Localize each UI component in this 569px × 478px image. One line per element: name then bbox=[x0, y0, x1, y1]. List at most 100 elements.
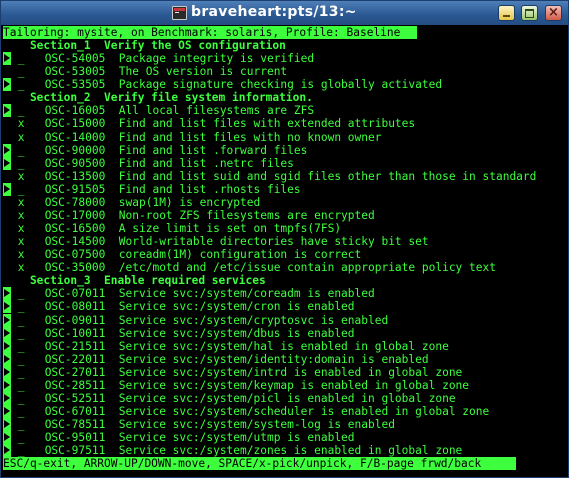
rule-description: A size limit is set on tmpfs(7FS) bbox=[105, 222, 342, 236]
pick-toggle[interactable]: x bbox=[11, 196, 25, 209]
row-marker-icon bbox=[3, 209, 11, 222]
rule-row[interactable]: _ OSC-54005 Package integrity is verifie… bbox=[3, 52, 315, 66]
rule-row[interactable]: x OSC-07500 coreadm(1M) configuration is… bbox=[3, 248, 362, 262]
pick-toggle[interactable]: _ bbox=[11, 405, 25, 418]
pick-toggle[interactable]: _ bbox=[11, 353, 25, 366]
rule-row[interactable]: x OSC-35000 /etc/motd and /etc/issue con… bbox=[3, 261, 496, 274]
rule-id: OSC-97511 bbox=[24, 444, 106, 458]
pick-toggle[interactable]: x bbox=[11, 261, 25, 274]
terminal-content[interactable]: Tailoring: mysite, on Benchmark: solaris… bbox=[1, 25, 568, 477]
row-marker-icon bbox=[3, 391, 11, 405]
rule-description: World-writable directories have sticky b… bbox=[105, 235, 429, 249]
rule-description: Find and list .forward files bbox=[105, 143, 308, 157]
pick-toggle[interactable]: _ bbox=[11, 144, 25, 157]
rule-id: OSC-15000 bbox=[24, 117, 106, 131]
pick-toggle[interactable]: _ bbox=[11, 65, 25, 78]
close-button[interactable]: × bbox=[545, 5, 562, 21]
row-marker-icon bbox=[3, 444, 11, 458]
rule-description: Find and list suid and sgid files other … bbox=[105, 169, 537, 183]
rule-id: OSC-78000 bbox=[24, 195, 106, 209]
pick-toggle[interactable]: _ bbox=[11, 287, 25, 300]
row-marker-icon bbox=[3, 170, 11, 183]
rule-row[interactable]: _ OSC-91505 Find and list .rhosts files bbox=[3, 182, 301, 196]
pick-toggle[interactable]: _ bbox=[11, 444, 25, 457]
rule-id: OSC-90500 bbox=[24, 156, 106, 170]
rule-row[interactable]: _ OSC-10011 Service svc:/system/dbus is … bbox=[3, 326, 355, 340]
row-marker-icon bbox=[3, 235, 11, 248]
rule-description: Service svc:/system/system-log is enable… bbox=[105, 418, 395, 432]
rule-row[interactable]: _ OSC-78511 Service svc:/system/system-l… bbox=[3, 418, 395, 432]
rule-row[interactable]: _ OSC-22011 Service svc:/system/identity… bbox=[3, 352, 429, 366]
pick-toggle[interactable]: _ bbox=[11, 314, 25, 327]
rule-row[interactable]: _ OSC-16005 All local filesystems are ZF… bbox=[3, 104, 314, 118]
pick-toggle[interactable]: _ bbox=[11, 366, 25, 379]
title-bar[interactable]: braveheart:pts/13:~ × bbox=[1, 1, 568, 25]
rule-row[interactable]: x OSC-15000 Find and list files with ext… bbox=[3, 117, 415, 130]
rule-row[interactable]: _ OSC-53505 Package signature checking i… bbox=[3, 78, 442, 92]
rule-row[interactable]: x OSC-78000 swap(1M) is encrypted bbox=[3, 195, 261, 209]
rule-id: OSC-53005 bbox=[24, 65, 106, 79]
pick-toggle[interactable]: _ bbox=[11, 157, 25, 170]
rule-row[interactable]: _ OSC-21511 Service svc:/system/hal is e… bbox=[3, 339, 449, 353]
pick-toggle[interactable]: x bbox=[11, 131, 25, 144]
key-help-footer: ESC/q-exit, ARROW-UP/DOWN-move, SPACE/x-… bbox=[3, 457, 516, 471]
pick-toggle[interactable]: _ bbox=[11, 78, 25, 91]
row-marker-icon bbox=[3, 326, 11, 340]
rule-id: OSC-28511 bbox=[24, 378, 106, 392]
pick-toggle[interactable]: _ bbox=[11, 327, 25, 340]
pick-toggle[interactable]: _ bbox=[11, 300, 25, 313]
rule-row[interactable]: _ OSC-90500 Find and list .netrc files bbox=[3, 156, 294, 170]
rule-description: Package integrity is verified bbox=[105, 52, 315, 66]
pick-toggle[interactable]: _ bbox=[11, 52, 25, 65]
pick-toggle[interactable]: _ bbox=[11, 379, 25, 392]
minimize-button[interactable] bbox=[498, 5, 515, 21]
pick-toggle[interactable]: _ bbox=[11, 183, 25, 196]
rule-row[interactable]: x OSC-14000 Find and list files with no … bbox=[3, 130, 382, 144]
rule-id: OSC-10011 bbox=[24, 326, 106, 340]
pick-toggle[interactable]: x bbox=[11, 222, 25, 235]
rule-row[interactable]: _ OSC-27011 Service svc:/system/intrd is… bbox=[3, 365, 462, 379]
rule-description: Service svc:/system/picl is enabled in g… bbox=[105, 391, 456, 405]
pick-toggle[interactable]: _ bbox=[11, 418, 25, 431]
rule-row[interactable]: _ OSC-95011 Service svc:/system/utmp is … bbox=[3, 431, 355, 445]
rule-row[interactable]: x OSC-17000 Non-root ZFS filesystems are… bbox=[3, 209, 375, 222]
rule-row[interactable]: _ OSC-52511 Service svc:/system/picl is … bbox=[3, 391, 456, 405]
rule-row[interactable]: _ OSC-97511 Service svc:/system/zones is… bbox=[3, 444, 462, 458]
pick-toggle[interactable]: x bbox=[11, 235, 25, 248]
rule-row[interactable]: _ OSC-53005 The OS version is current bbox=[3, 65, 287, 78]
row-marker-icon bbox=[3, 352, 11, 366]
pick-toggle[interactable]: x bbox=[11, 248, 25, 261]
pick-toggle[interactable]: _ bbox=[11, 104, 25, 117]
row-marker-icon bbox=[3, 196, 11, 209]
pick-toggle[interactable]: _ bbox=[11, 431, 25, 444]
row-marker-icon bbox=[3, 182, 11, 196]
rule-description: coreadm(1M) configuration is correct bbox=[105, 248, 362, 262]
tailoring-header: Tailoring: mysite, on Benchmark: solaris… bbox=[3, 26, 417, 39]
rule-id: OSC-21511 bbox=[24, 339, 106, 353]
section-heading: Section_2 Verify file system information… bbox=[3, 91, 313, 105]
rule-row[interactable]: x OSC-16500 A size limit is set on tmpfs… bbox=[3, 222, 341, 235]
pick-toggle[interactable]: _ bbox=[11, 392, 25, 405]
rule-row[interactable]: _ OSC-07011 Service svc:/system/coreadm … bbox=[3, 287, 375, 301]
rule-description: Find and list files with no known owner bbox=[105, 130, 382, 144]
maximize-button[interactable] bbox=[521, 5, 538, 21]
rule-row[interactable]: _ OSC-08011 Service svc:/system/cron is … bbox=[3, 300, 355, 314]
rule-row[interactable]: _ OSC-09011 Service svc:/system/cryptosv… bbox=[3, 313, 388, 327]
rule-id: OSC-07500 bbox=[24, 248, 106, 262]
row-marker-icon bbox=[3, 300, 11, 314]
terminal-window: braveheart:pts/13:~ × Tailoring: mysite,… bbox=[0, 0, 569, 478]
rule-row[interactable]: x OSC-14500 World-writable directories h… bbox=[3, 235, 429, 248]
pick-toggle[interactable]: x bbox=[11, 117, 25, 130]
rule-row[interactable]: _ OSC-90000 Find and list .forward files bbox=[3, 143, 308, 157]
maximize-icon bbox=[525, 9, 534, 18]
rule-id: OSC-16005 bbox=[24, 104, 106, 118]
rule-id: OSC-22011 bbox=[24, 352, 106, 366]
pick-toggle[interactable]: x bbox=[11, 170, 25, 183]
rule-description: Non-root ZFS filesystems are encrypted bbox=[105, 208, 375, 222]
pick-toggle[interactable]: _ bbox=[11, 340, 25, 353]
rule-row[interactable]: _ OSC-28511 Service svc:/system/keymap i… bbox=[3, 378, 469, 392]
rule-row[interactable]: _ OSC-67011 Service svc:/system/schedule… bbox=[3, 405, 489, 419]
rule-description: Find and list files with extended attrib… bbox=[105, 117, 416, 131]
pick-toggle[interactable]: x bbox=[11, 209, 25, 222]
rule-row[interactable]: x OSC-13500 Find and list suid and sgid … bbox=[3, 169, 537, 183]
